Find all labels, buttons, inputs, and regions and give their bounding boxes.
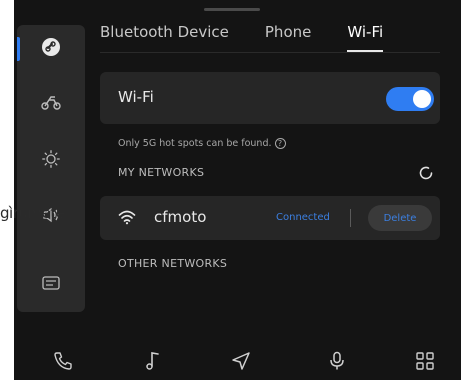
my-networks-title: MY NETWORKS	[118, 166, 205, 179]
overlay-text: gìrumète	[0, 204, 65, 222]
wifi-signal-icon	[118, 209, 136, 225]
bottom-nav	[14, 338, 461, 380]
tab-phone[interactable]: Phone	[265, 22, 311, 44]
page-margin	[0, 0, 14, 380]
link-icon	[42, 38, 60, 56]
sidebar-item-connection[interactable]	[17, 25, 85, 69]
wifi-hint: Only 5G hot spots can be found. ?	[118, 138, 286, 149]
wifi-toggle-row: Wi-Fi	[100, 72, 440, 124]
refresh-icon[interactable]	[418, 165, 434, 181]
microphone-icon[interactable]	[326, 350, 348, 372]
tab-divider	[100, 52, 440, 53]
motorcycle-icon	[40, 92, 62, 114]
other-networks-title: OTHER NETWORKS	[118, 257, 228, 270]
network-status: Connected	[276, 212, 330, 223]
network-item[interactable]: cfmoto Connected Delete	[100, 196, 440, 240]
display-icon	[40, 272, 62, 294]
screen: Bluetooth Device Phone Wi-Fi Wi-Fi Only …	[0, 0, 461, 380]
sidebar-item-display[interactable]	[17, 261, 85, 305]
apps-grid-icon[interactable]	[414, 350, 436, 372]
phone-icon[interactable]	[52, 350, 74, 372]
music-icon[interactable]	[142, 350, 164, 372]
wifi-toggle[interactable]	[386, 87, 434, 111]
delete-button[interactable]: Delete	[368, 205, 432, 231]
drag-handle[interactable]	[204, 8, 260, 11]
sidebar-item-brightness[interactable]	[17, 137, 85, 181]
navigation-icon[interactable]	[230, 350, 252, 372]
wifi-label: Wi-Fi	[118, 88, 154, 106]
tab-bar: Bluetooth Device Phone Wi-Fi	[100, 22, 419, 52]
settings-sidebar	[17, 25, 85, 312]
active-indicator	[17, 37, 20, 61]
tab-wifi[interactable]: Wi-Fi	[347, 22, 383, 52]
toggle-knob	[413, 90, 431, 108]
tab-bluetooth-device[interactable]: Bluetooth Device	[100, 22, 229, 44]
brightness-icon	[40, 148, 62, 170]
divider	[350, 209, 351, 227]
network-ssid: cfmoto	[154, 208, 207, 226]
wifi-hint-text: Only 5G hot spots can be found.	[118, 138, 272, 149]
question-icon[interactable]: ?	[274, 138, 286, 149]
sidebar-item-vehicle[interactable]	[17, 81, 85, 125]
